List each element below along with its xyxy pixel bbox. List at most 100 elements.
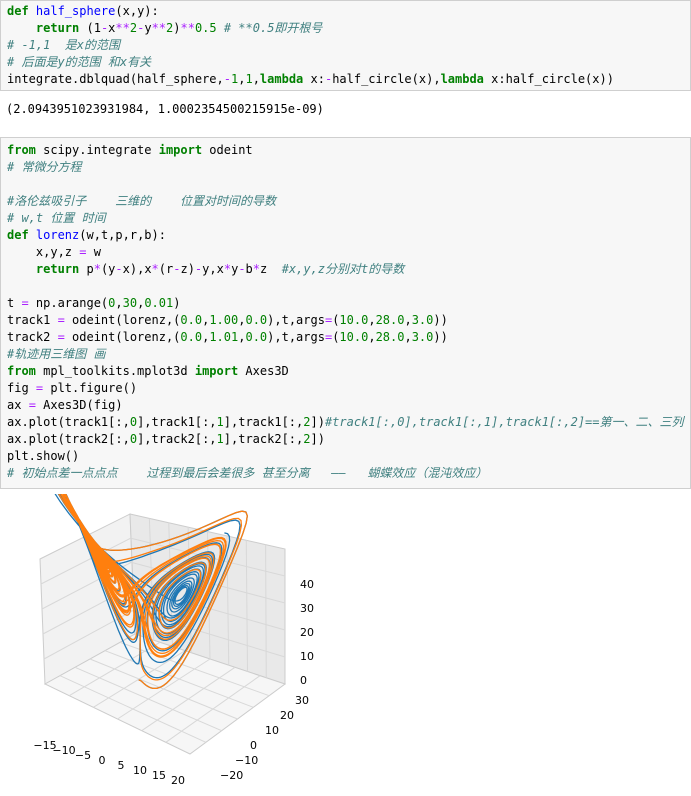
tick-label: 0 [250, 739, 257, 752]
code-token: 0 [129, 432, 138, 446]
code-token: # -1,1 是x的范围 [7, 38, 121, 52]
tick-label: 20 [280, 709, 294, 722]
code-token: (w,t,p,r,b): [79, 228, 166, 242]
code-token: z [260, 262, 282, 276]
code-token: b [245, 262, 253, 276]
code-token: 1 [216, 432, 224, 446]
code-line: x,y,z = w [1, 244, 690, 261]
code-token: 28.0 [375, 330, 405, 344]
code-token: x,y,z [7, 245, 80, 259]
code-token: lorenz [35, 228, 80, 242]
tick-label: 40 [300, 578, 314, 591]
code-token: 10.0 [339, 330, 369, 344]
code-token: 0.0 [245, 313, 268, 327]
code-token: (r [158, 262, 174, 276]
code-line: # -1,1 是x的范围 [1, 37, 690, 54]
code-token: 1.00 [209, 313, 239, 327]
code-token: ax.plot(track2[:, [7, 432, 130, 446]
code-token: ],track1[:, [137, 415, 217, 429]
tick-label: 10 [133, 764, 147, 777]
code-token: from [7, 143, 44, 157]
code-line: plt.show() [1, 448, 690, 465]
output-cell-1: (2.0943951023931984, 1.0002354500215915e… [0, 94, 691, 128]
code-token: - [238, 262, 246, 276]
code-line: track2 = odeint(lorenz,(0.0,1.01,0.0),t,… [1, 329, 690, 346]
code-token: ax [7, 398, 29, 412]
code-line: # 初始点差一点点点 过程到最后会差很多 甚至分离 —— 蝴蝶效应（混沌效应） [1, 465, 690, 482]
code-token: , [404, 330, 412, 344]
tick-label: −20 [220, 769, 243, 782]
code-token: )) [433, 330, 448, 344]
code-token: 10.0 [339, 313, 369, 327]
code-token: * [223, 262, 232, 276]
code-token: Axes3D(fig) [43, 398, 123, 412]
code-token: ),t,args [267, 330, 325, 344]
code-line: fig = plt.figure() [1, 380, 690, 397]
tick-label: 15 [152, 769, 166, 782]
code-token: plt.figure() [50, 381, 138, 395]
code-token: odeint(lorenz,( [72, 330, 181, 344]
code-token: ]) [310, 432, 325, 446]
code-line: ax.plot(track2[:,0],track2[:,1],track2[:… [1, 431, 690, 448]
code-token: * [93, 262, 101, 276]
code-token: )) [433, 313, 448, 327]
code-token: * [151, 262, 159, 276]
code-token: import [194, 364, 246, 378]
code-cell-1[interactable]: def half_sphere(x,y): return (1-x**2-y**… [0, 0, 691, 91]
code-token: 28.0 [375, 313, 405, 327]
code-token: w [93, 245, 101, 259]
code-token: ]) [310, 415, 325, 429]
code-token: ax.plot(track1[:, [7, 415, 130, 429]
code-cell-2[interactable]: from scipy.integrate import odeint # 常微分方… [0, 137, 691, 489]
code-line: track1 = odeint(lorenz,(0.0,1.00,0.0),t,… [1, 312, 690, 329]
code-token: fig [7, 381, 36, 395]
code-token: x),x [122, 262, 152, 276]
code-token: track2 [7, 330, 58, 344]
code-token: y [144, 21, 152, 35]
code-token: import [158, 143, 210, 157]
code-token: z) [180, 262, 195, 276]
code-token: ],track1[:, [223, 415, 304, 429]
code-token: np.arange( [35, 296, 109, 310]
tick-label: −5 [75, 749, 91, 762]
code-token: = [79, 245, 94, 259]
code-token: 1 [245, 72, 253, 86]
code-token: # **0.5即开根号 [223, 21, 323, 35]
code-token: def [7, 228, 36, 242]
code-token: plt.show() [7, 449, 80, 463]
code-token: , [404, 313, 412, 327]
tick-label: 10 [265, 724, 279, 737]
code-line: ax = Axes3D(fig) [1, 397, 690, 414]
code-line: integrate.dblquad(half_sphere,-1,1,lambd… [1, 71, 690, 88]
code-token: , [368, 330, 376, 344]
code-token: 1 [216, 415, 224, 429]
code-token: ],track2[:, [137, 432, 217, 446]
tick-label: −10 [52, 744, 75, 757]
code-token: track1 [7, 313, 58, 327]
code-token: def [7, 4, 36, 18]
code-token: # 后面是y的范围 和x有关 [7, 55, 152, 69]
code-line: def lorenz(w,t,p,r,b): [1, 227, 690, 244]
code-token: half_sphere [35, 4, 116, 18]
code-token: (x,y): [115, 4, 159, 18]
tick-label: 0 [300, 674, 307, 687]
code-line: from scipy.integrate import odeint [1, 142, 690, 159]
code-token: # w,t 位置 时间 [7, 211, 106, 225]
code-token: 0.5 [194, 21, 217, 35]
code-token: = [21, 296, 36, 310]
code-token: 2 [129, 21, 138, 35]
code-token: ],track2[:, [223, 432, 304, 446]
grid-line [265, 544, 267, 678]
code-token: mpl_toolkits.mplot3d [43, 364, 195, 378]
tick-label: 20 [171, 774, 185, 787]
code-token: ) [173, 296, 181, 310]
code-token: odeint [209, 143, 253, 157]
code-token: = [57, 313, 73, 327]
code-token: #洛伦兹吸引子 三维的 位置对时间的导数 [7, 194, 277, 208]
code-token: t [7, 296, 22, 310]
code-token: odeint(lorenz,( [72, 313, 181, 327]
code-line: t = np.arange(0,30,0.01) [1, 295, 690, 312]
code-token: ** [151, 21, 167, 35]
output-text: (2.0943951023931984, 1.0002354500215915e… [6, 102, 324, 116]
